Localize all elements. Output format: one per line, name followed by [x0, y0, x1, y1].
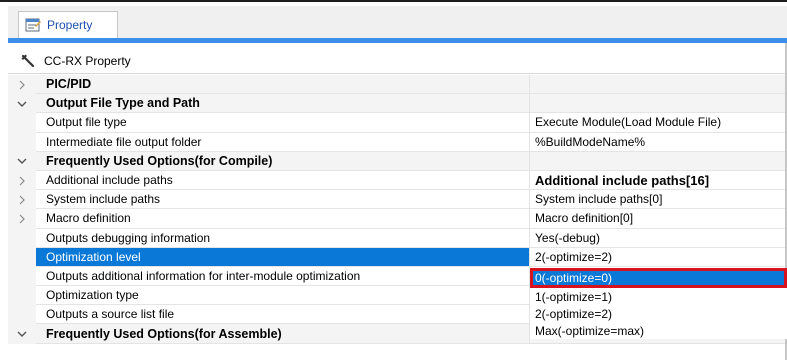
property-label: Output File Type and Path: [36, 94, 530, 114]
property-value[interactable]: Yes(-debug): [530, 229, 787, 248]
wrench-icon: [20, 53, 36, 69]
property-label: Outputs additional information for inter…: [36, 266, 530, 287]
dropdown-option[interactable]: Max(-optimize=max): [530, 322, 787, 339]
property-label: Additional include paths: [36, 170, 530, 191]
property-value[interactable]: System include paths[0]: [530, 190, 787, 210]
chevron-right-icon[interactable]: [8, 209, 36, 229]
category-row[interactable]: PIC/PID: [8, 75, 787, 95]
category-row[interactable]: Frequently Used Options(for Compile): [8, 151, 787, 171]
chevron-right-icon[interactable]: [8, 170, 36, 191]
tab-label: Property: [47, 18, 93, 32]
property-panel: CC-RX Property PIC/PID Output File Type a…: [8, 43, 787, 360]
category-row[interactable]: Output File Type and Path: [8, 94, 787, 114]
property-row[interactable]: System include paths System include paths…: [8, 190, 787, 210]
row-gutter: [8, 132, 36, 152]
property-value[interactable]: 2(-optimize=2): [530, 248, 787, 267]
property-sheet-icon: [25, 17, 41, 33]
property-value: [530, 94, 787, 114]
chevron-down-icon[interactable]: [8, 324, 36, 344]
row-gutter: [8, 247, 36, 267]
property-label: Intermediate file output folder: [36, 132, 530, 152]
property-label: Frequently Used Options(for Compile): [36, 151, 530, 171]
row-gutter: [8, 113, 36, 133]
dropdown-option[interactable]: 1(-optimize=1): [530, 288, 787, 305]
row-gutter: [8, 228, 36, 248]
property-value[interactable]: Execute Module(Load Module File): [530, 113, 787, 133]
dropdown-option[interactable]: 2(-optimize=2): [530, 305, 787, 322]
property-value[interactable]: Macro definition[0]: [530, 209, 787, 229]
panel-title: CC-RX Property: [44, 54, 131, 68]
property-label: Output file type: [36, 113, 530, 133]
property-label: Frequently Used Options(for Assemble): [36, 324, 530, 344]
property-value: [530, 151, 787, 171]
property-label: Macro definition: [36, 209, 530, 229]
property-label: PIC/PID: [36, 75, 530, 95]
property-row[interactable]: Macro definition Macro definition[0]: [8, 209, 787, 229]
property-label: Optimization type: [36, 286, 530, 306]
property-row[interactable]: Output file type Execute Module(Load Modu…: [8, 113, 787, 133]
dropdown-option[interactable]: 0(-optimize=0): [530, 268, 787, 288]
chevron-right-icon[interactable]: [8, 75, 36, 95]
optimization-level-dropdown[interactable]: 0(-optimize=0) 1(-optimize=1) 2(-optimize=…: [530, 268, 787, 339]
property-label: System include paths: [36, 190, 530, 210]
chevron-down-icon[interactable]: [8, 94, 36, 114]
chevron-down-icon[interactable]: [8, 151, 36, 171]
property-row[interactable]: Optimization level 2(-optimize=2): [8, 247, 787, 267]
panel-header: CC-RX Property: [8, 49, 787, 74]
property-value[interactable]: Additional include paths[16]: [530, 171, 787, 191]
window-top-border: [0, 0, 787, 2]
property-value: [530, 75, 787, 95]
property-label: Outputs a source list file: [36, 305, 530, 325]
property-row[interactable]: Outputs debugging information Yes(-debug): [8, 228, 787, 248]
row-gutter: [8, 305, 36, 325]
tab-property[interactable]: Property: [18, 11, 118, 38]
property-label: Optimization level: [36, 247, 530, 267]
chevron-right-icon[interactable]: [8, 190, 36, 210]
property-label: Outputs debugging information: [36, 228, 530, 248]
row-gutter: [8, 286, 36, 306]
property-value[interactable]: %BuildModeName%: [530, 133, 787, 152]
tab-bar: Property: [8, 6, 787, 38]
property-row[interactable]: Intermediate file output folder %BuildMod…: [8, 132, 787, 152]
property-row[interactable]: Additional include paths Additional inclu…: [8, 170, 787, 191]
row-gutter: [8, 266, 36, 287]
